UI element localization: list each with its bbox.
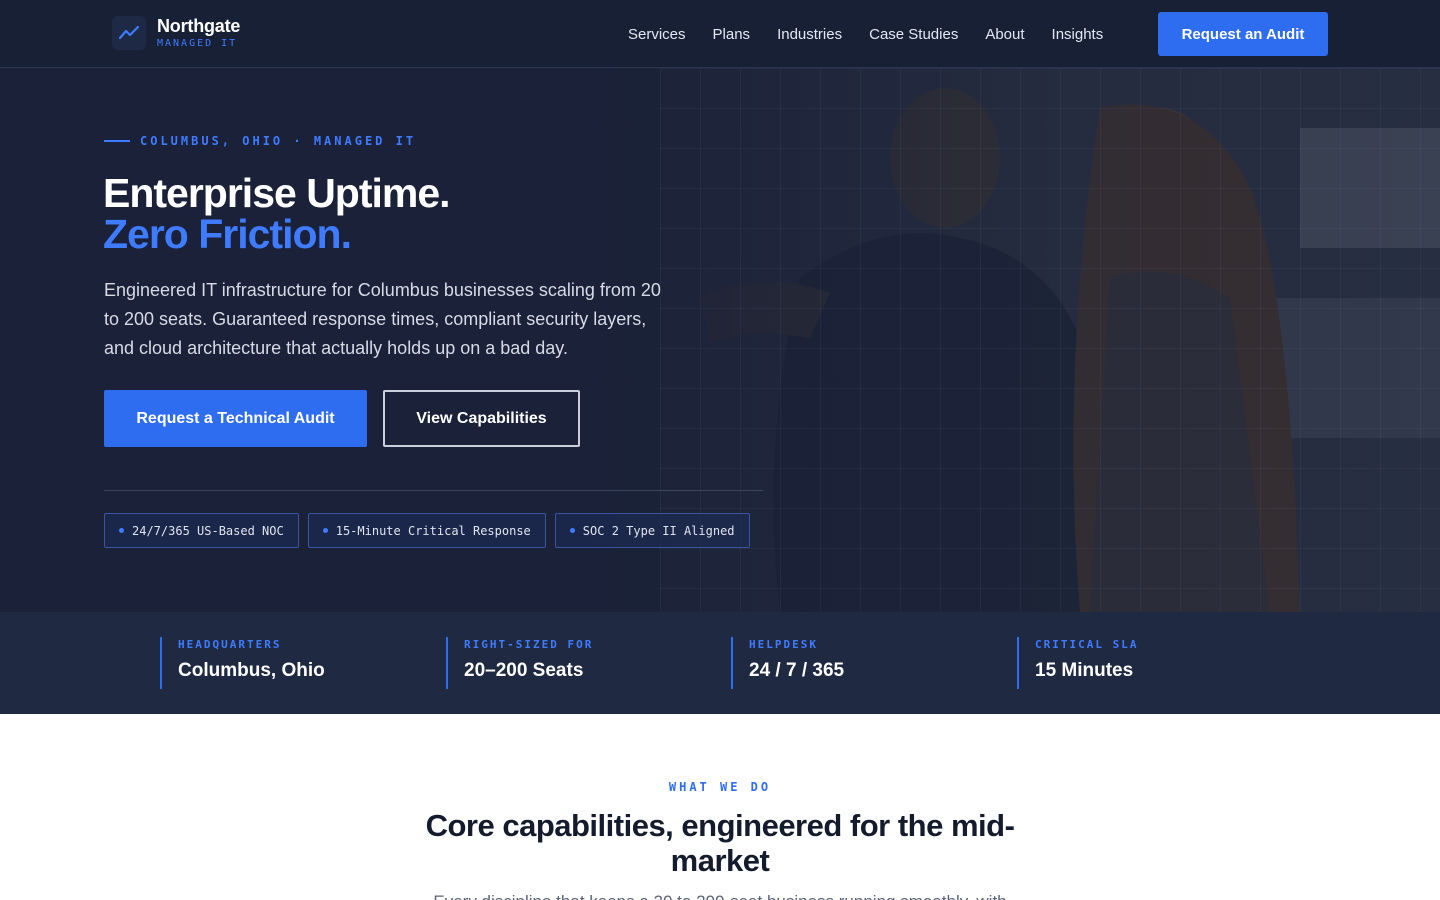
capabilities-eyebrow: WHAT WE DO	[668, 780, 772, 794]
hero-description: Engineered IT infrastructure for Columbu…	[104, 280, 661, 358]
stat-label: HEADQUARTERS	[178, 638, 282, 651]
trending-up-icon	[119, 26, 139, 40]
badge-label: SOC 2 Type II Aligned	[582, 523, 735, 538]
stats-bar: HEADQUARTERS Columbus, Ohio RIGHT-SIZED …	[0, 612, 1440, 714]
nav-links: Services Plans Industries Case Studies A…	[628, 0, 1130, 68]
stat-helpdesk: HELPDESK 24 / 7 / 365	[731, 637, 844, 689]
brand-tagline: MANAGED IT	[157, 38, 238, 49]
view-capabilities-button[interactable]: View Capabilities	[383, 390, 580, 447]
stat-value: 24 / 7 / 365	[749, 660, 845, 681]
hero-section: COLUMBUS, OHIO · MANAGED IT Enterprise U…	[0, 68, 1440, 612]
stat-label: RIGHT-SIZED FOR	[464, 638, 594, 651]
hero-divider	[104, 490, 763, 491]
badge-response: 15-Minute Critical Response	[307, 513, 546, 548]
capabilities-subtitle: Every discipline that keeps a 20 to 200-…	[400, 892, 1040, 900]
hero-eyebrow: COLUMBUS, OHIO · MANAGED IT	[104, 134, 416, 148]
trust-badges: 24/7/365 US-Based NOC 15-Minute Critical…	[104, 513, 759, 548]
brand-name[interactable]: Northgate	[157, 16, 240, 37]
stat-value: 15 Minutes	[1035, 660, 1134, 681]
stat-value: 20–200 Seats	[464, 660, 584, 681]
nav-link-industries[interactable]: Industries	[777, 26, 842, 43]
stat-critical-sla: CRITICAL SLA 15 Minutes	[1017, 637, 1138, 689]
hero-title-line1: Enterprise Uptime.	[103, 170, 451, 216]
badge-soc2: SOC 2 Type II Aligned	[554, 513, 750, 548]
stat-headquarters: HEADQUARTERS Columbus, Ohio	[160, 637, 325, 689]
badge-label: 24/7/365 US-Based NOC	[132, 523, 284, 538]
request-technical-audit-button[interactable]: Request a Technical Audit	[104, 390, 367, 447]
badge-label: 15-Minute Critical Response	[335, 523, 531, 538]
hero-title-line2: Zero Friction.	[103, 211, 352, 257]
nav-link-insights[interactable]: Insights	[1052, 26, 1104, 43]
logo-mark[interactable]	[112, 16, 146, 50]
grid-pattern	[660, 68, 1440, 612]
dot-icon	[569, 528, 575, 533]
nav-link-services[interactable]: Services	[628, 26, 686, 43]
top-navigation: Northgate MANAGED IT Services Plans Indu…	[0, 0, 1440, 68]
nav-link-case-studies[interactable]: Case Studies	[869, 26, 958, 43]
request-audit-button[interactable]: Request an Audit	[1158, 12, 1328, 56]
nav-link-about[interactable]: About	[985, 26, 1024, 43]
stat-seats: RIGHT-SIZED FOR 20–200 Seats	[446, 637, 593, 689]
hero-eyebrow-text: COLUMBUS, OHIO · MANAGED IT	[140, 134, 417, 148]
badge-noc: 24/7/365 US-Based NOC	[104, 513, 299, 548]
stat-label: CRITICAL SLA	[1035, 638, 1139, 651]
eyebrow-line	[104, 140, 130, 142]
dot-icon	[119, 528, 124, 533]
stat-value: Columbus, Ohio	[178, 660, 325, 681]
stat-label: HELPDESK	[749, 638, 818, 651]
capabilities-title: Core capabilities, engineered for the mi…	[425, 808, 1015, 878]
dot-icon	[322, 528, 328, 533]
nav-link-plans[interactable]: Plans	[713, 26, 751, 43]
